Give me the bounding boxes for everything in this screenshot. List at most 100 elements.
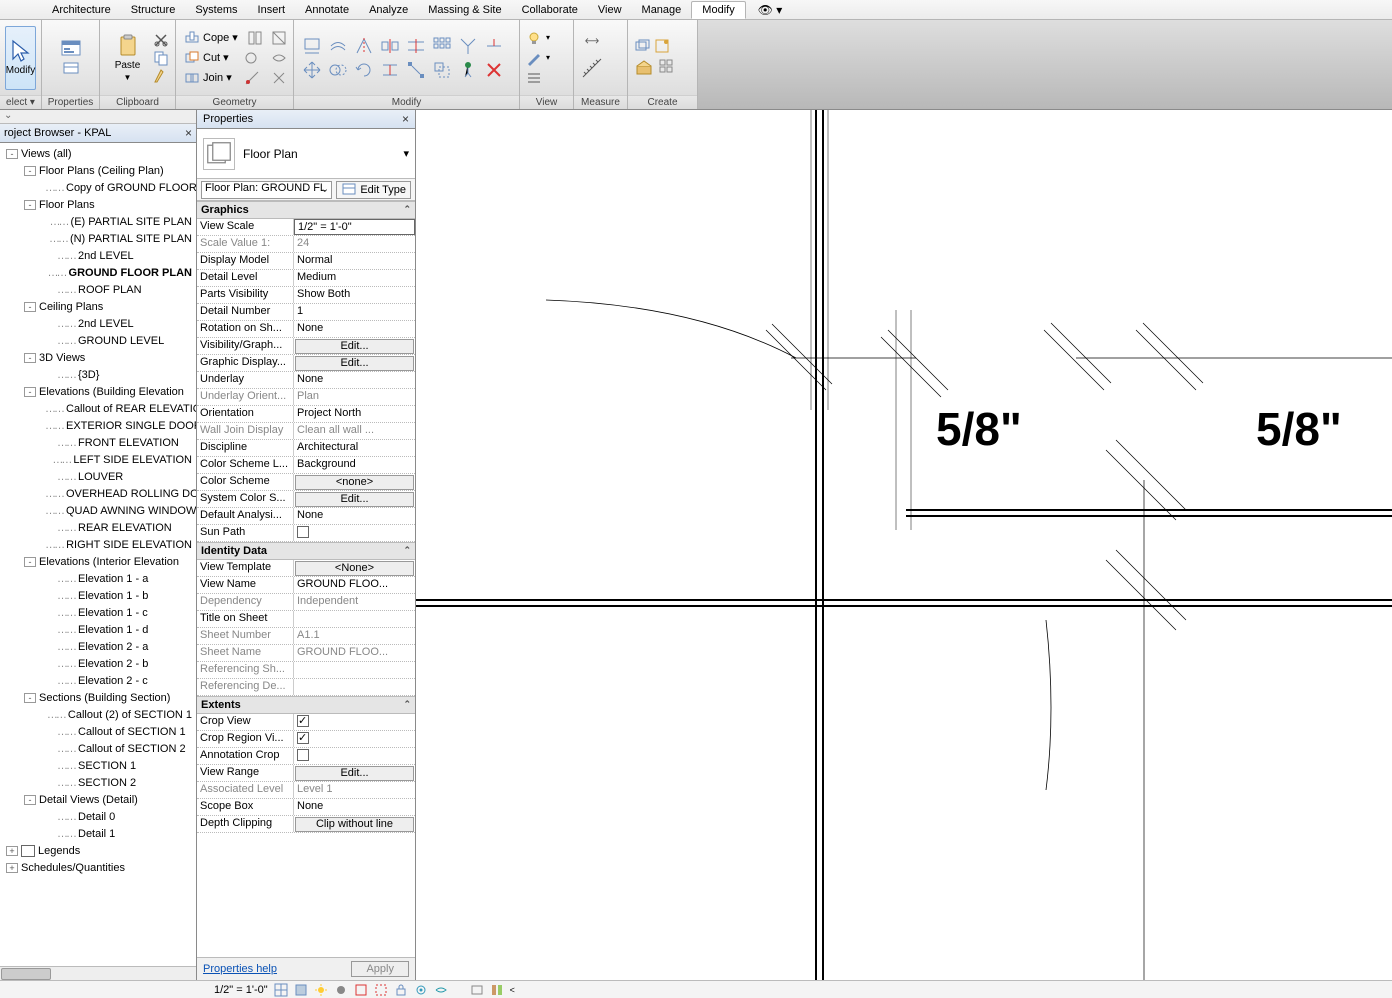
tree-item[interactable]: -Views (all) (2, 145, 196, 162)
rotate-icon[interactable] (354, 60, 374, 80)
property-row[interactable]: Color Scheme L...Background (197, 457, 415, 474)
property-row[interactable]: Referencing De... (197, 679, 415, 696)
expand-icon[interactable]: - (24, 795, 36, 805)
tree-item[interactable]: ……Elevation 1 - a (2, 570, 196, 587)
expand-icon[interactable]: - (24, 166, 36, 176)
property-value[interactable]: Edit... (294, 765, 415, 781)
tree-item[interactable]: -Ceiling Plans (2, 298, 196, 315)
tree-item[interactable]: ……SECTION 2 (2, 774, 196, 791)
reveal-hidden-icon[interactable] (434, 983, 448, 997)
tree-item[interactable]: ……Copy of GROUND FLOOR (2, 179, 196, 196)
tree-item[interactable]: ……Elevation 1 - d (2, 621, 196, 638)
properties-grid[interactable]: Graphics⌃View Scale1/2" = 1'-0"Scale Val… (197, 201, 415, 957)
view-drop1-icon[interactable]: ▾ (546, 33, 550, 42)
property-value[interactable]: None (294, 372, 415, 388)
property-row[interactable]: Sheet NameGROUND FLOO... (197, 645, 415, 662)
expand-icon[interactable]: - (24, 200, 36, 210)
tree-item[interactable]: -Elevations (Interior Elevation (2, 553, 196, 570)
menu-massing-site[interactable]: Massing & Site (418, 2, 511, 18)
lines-icon[interactable] (526, 70, 542, 86)
tree-item[interactable]: ……Callout of SECTION 1 (2, 723, 196, 740)
crop-region-icon[interactable] (374, 983, 388, 997)
tree-item[interactable]: -3D Views (2, 349, 196, 366)
property-row[interactable]: View Template<None> (197, 560, 415, 577)
menu-architecture[interactable]: Architecture (42, 2, 121, 18)
property-value[interactable]: None (294, 508, 415, 524)
tree-item[interactable]: ……2nd LEVEL (2, 247, 196, 264)
detail-level-icon[interactable] (274, 983, 288, 997)
align-icon[interactable] (302, 36, 322, 56)
type-selector[interactable]: Floor Plan ▾ (197, 129, 415, 179)
property-value[interactable]: Edit... (294, 355, 415, 371)
properties-button[interactable] (48, 26, 93, 90)
menu-manage[interactable]: Manage (632, 2, 692, 18)
property-row[interactable]: View Scale1/2" = 1'-0" (197, 219, 415, 236)
property-row[interactable]: Default Analysi...None (197, 508, 415, 525)
geom-tool6-icon[interactable] (271, 70, 287, 86)
tree-item[interactable]: ……2nd LEVEL (2, 315, 196, 332)
expand-icon[interactable]: - (24, 387, 36, 397)
property-row[interactable]: Underlay Orient...Plan (197, 389, 415, 406)
menu-insert[interactable]: Insert (248, 2, 296, 18)
property-row[interactable]: Annotation Crop (197, 748, 415, 765)
match-icon[interactable] (153, 68, 169, 84)
tree-item[interactable]: -Floor Plans (Ceiling Plan) (2, 162, 196, 179)
worksharing-icon[interactable] (470, 983, 484, 997)
copy-tool-icon[interactable] (328, 60, 348, 80)
property-row[interactable]: Visibility/Graph...Edit... (197, 338, 415, 355)
property-row[interactable]: Depth ClippingClip without line (197, 816, 415, 833)
close-icon[interactable]: × (402, 112, 409, 126)
lock-3d-icon[interactable] (394, 983, 408, 997)
tree-item[interactable]: -Elevations (Building Elevation (2, 383, 196, 400)
chevron-down-icon[interactable]: ▾ (403, 147, 409, 160)
tree-item[interactable]: ……{3D} (2, 366, 196, 383)
project-tree[interactable]: -Views (all)-Floor Plans (Ceiling Plan)…… (0, 143, 196, 966)
property-row[interactable]: Associated LevelLevel 1 (197, 782, 415, 799)
property-row[interactable]: Color Scheme<none> (197, 474, 415, 491)
paste-dropdown-icon[interactable]: ▼ (124, 73, 132, 82)
create-similar-icon[interactable] (634, 38, 650, 54)
lightbulb-icon[interactable] (526, 30, 542, 46)
tree-item[interactable]: ……Callout (2) of SECTION 1 (2, 706, 196, 723)
property-row[interactable]: Crop View (197, 714, 415, 731)
tree-item[interactable]: ……(E) PARTIAL SITE PLAN (2, 213, 196, 230)
property-value[interactable]: None (294, 799, 415, 815)
property-row[interactable]: UnderlayNone (197, 372, 415, 389)
property-row[interactable]: Detail LevelMedium (197, 270, 415, 287)
tree-item[interactable]: ……Callout of SECTION 2 (2, 740, 196, 757)
property-edit-button[interactable]: Edit... (295, 766, 414, 781)
checkbox[interactable] (297, 732, 309, 744)
tree-item[interactable]: ……Elevation 1 - c (2, 604, 196, 621)
property-category[interactable]: Identity Data⌃ (197, 542, 415, 560)
geom-tool1-icon[interactable] (247, 30, 263, 46)
tree-item[interactable]: ……EXTERIOR SINGLE DOOR V (2, 417, 196, 434)
property-row[interactable]: Display ModelNormal (197, 253, 415, 270)
property-row[interactable]: Referencing Sh... (197, 662, 415, 679)
property-value[interactable]: 1/2" = 1'-0" (294, 219, 415, 235)
menu-analyze[interactable]: Analyze (359, 2, 418, 18)
create-parts-icon[interactable] (658, 58, 674, 74)
property-value[interactable]: None (294, 321, 415, 337)
tree-item[interactable]: ……LOUVER (2, 468, 196, 485)
property-row[interactable]: View RangeEdit... (197, 765, 415, 782)
expand-icon[interactable]: - (24, 353, 36, 363)
mirror-axis-icon[interactable] (354, 36, 374, 56)
geom-tool2-icon[interactable] (271, 30, 287, 46)
drawing-canvas[interactable]: 5/8" 5/8" 4" 5/8" 4" 5/8" (416, 110, 1392, 980)
tree-item[interactable]: -Detail Views (Detail) (2, 791, 196, 808)
checkbox[interactable] (297, 715, 309, 727)
cut-geom-button[interactable]: Cut ▾ (182, 50, 231, 66)
panel-select-label[interactable]: elect ▾ (0, 95, 41, 109)
tree-item[interactable]: +Schedules/Quantities (2, 859, 196, 876)
property-value[interactable] (294, 525, 415, 541)
properties-help-link[interactable]: Properties help (203, 963, 277, 975)
delete-icon[interactable] (484, 60, 504, 80)
move-icon[interactable] (302, 60, 322, 80)
property-value[interactable]: Background (294, 457, 415, 473)
property-row[interactable]: Scope BoxNone (197, 799, 415, 816)
menu-view[interactable]: View (588, 2, 632, 18)
property-row[interactable]: Scale Value 1:24 (197, 236, 415, 253)
menu-annotate[interactable]: Annotate (295, 2, 359, 18)
shadows-icon[interactable] (334, 983, 348, 997)
tree-item[interactable]: ……QUAD AWNING WINDOW (2, 502, 196, 519)
